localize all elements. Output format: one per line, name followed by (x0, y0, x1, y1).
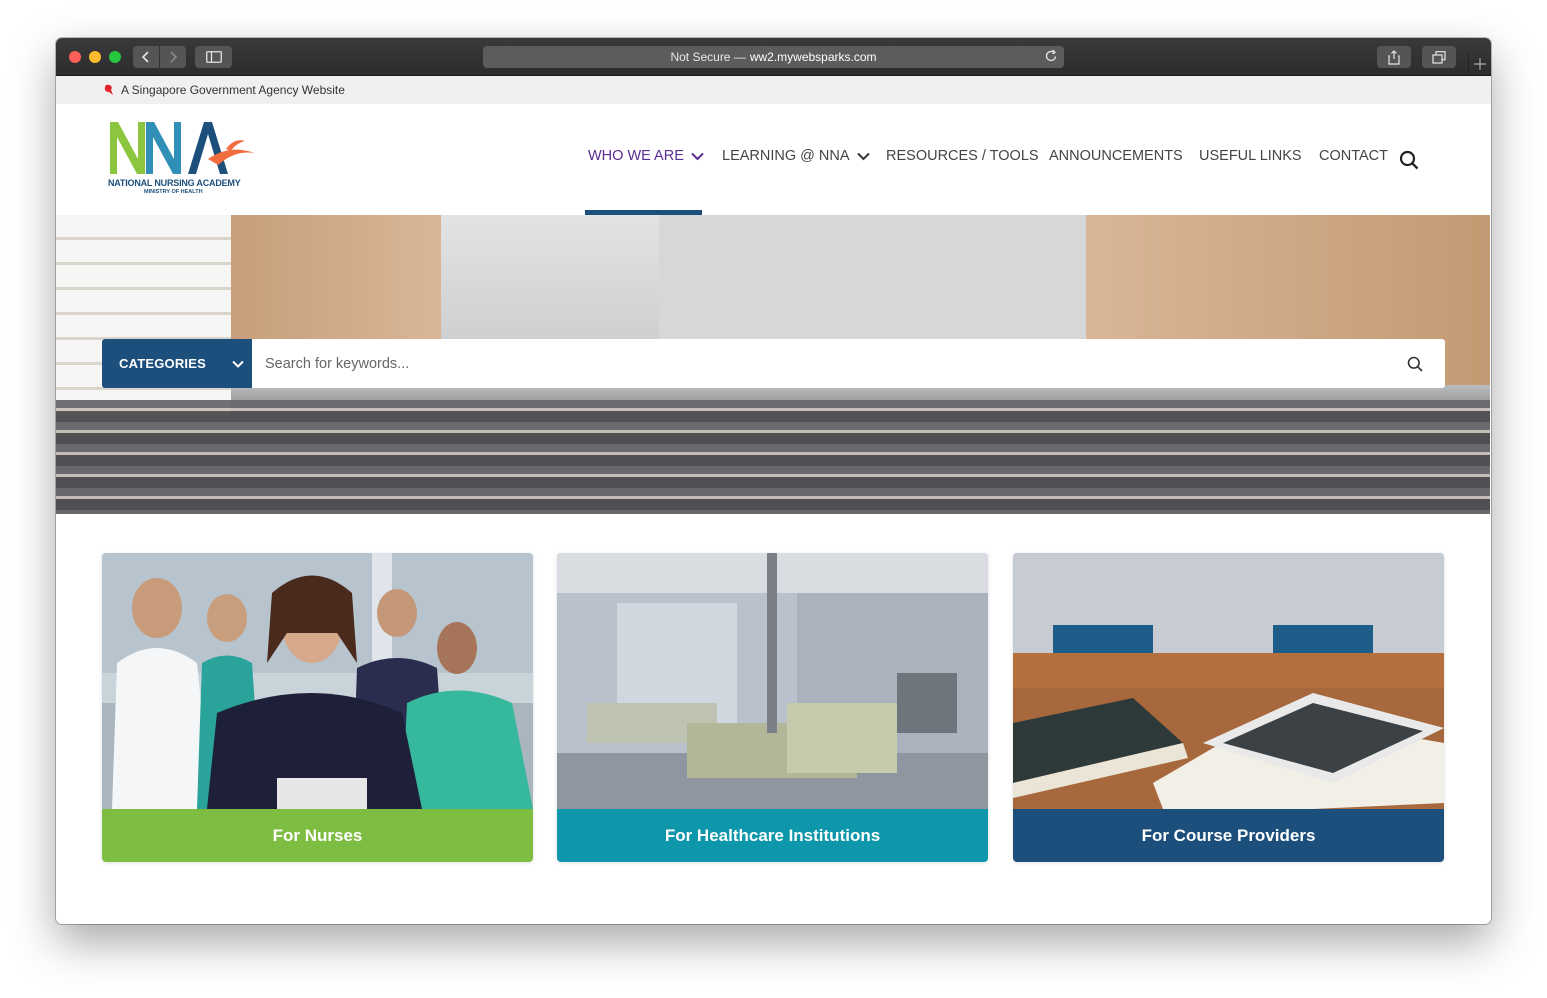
card-for-nurses[interactable]: For Nurses (102, 553, 533, 862)
hero-background-screen (659, 215, 1087, 340)
address-domain: ww2.mywebsparks.com (749, 50, 877, 64)
tabs-overview-icon (1432, 50, 1446, 64)
nav-item-label: RESOURCES / TOOLS (886, 148, 1039, 164)
singapore-lion-icon (104, 84, 113, 95)
nurses-photo (102, 553, 533, 809)
nav-item-label: ANNOUNCEMENTS (1049, 148, 1183, 164)
hospital-ward-photo (557, 553, 988, 809)
logo-name-text: NATIONAL NURSING ACADEMY (108, 178, 241, 188)
sidebar-icon (205, 51, 222, 63)
nav-item-useful-links[interactable]: USEFUL LINKS (1199, 148, 1302, 164)
keyword-search-input[interactable] (252, 339, 1385, 388)
card-label: For Nurses (102, 809, 533, 862)
categories-label: CATEGORIES (119, 356, 206, 371)
chevron-down-icon (232, 360, 244, 368)
hero-background-desks (56, 400, 1490, 514)
card-label: For Healthcare Institutions (557, 809, 988, 862)
categories-dropdown[interactable]: CATEGORIES (102, 339, 252, 388)
sidebar-toggle-button[interactable] (195, 46, 232, 68)
gov-agency-text: A Singapore Government Agency Website (121, 83, 345, 97)
new-tab-button[interactable] (1468, 52, 1491, 76)
browser-window: Not Secure — ww2.mywebsparks.com A Singa… (56, 38, 1491, 924)
search-icon (1399, 150, 1419, 170)
nav-item-label: CONTACT (1319, 148, 1389, 164)
gov-agency-bar: A Singapore Government Agency Website (56, 76, 1491, 104)
back-button[interactable] (133, 46, 159, 68)
header-search-button[interactable] (1399, 150, 1419, 175)
browser-toolbar: Not Secure — ww2.mywebsparks.com (56, 38, 1491, 76)
card-for-course-providers[interactable]: For Course Providers (1013, 553, 1444, 862)
share-icon (1388, 49, 1400, 65)
nav-item-announcements[interactable]: ANNOUNCEMENTS (1049, 148, 1183, 164)
nna-logo[interactable]: NATIONAL NURSING ACADEMY MINISTRY OF HEA… (108, 119, 258, 201)
hero-search-bar: CATEGORIES (102, 339, 1445, 388)
hero-banner: CATEGORIES (56, 215, 1490, 514)
reload-button[interactable] (1045, 49, 1058, 66)
chevron-left-icon (141, 51, 149, 63)
card-label: For Course Providers (1013, 809, 1444, 862)
nna-logo-mark (110, 122, 255, 174)
share-button[interactable] (1377, 46, 1411, 68)
search-icon (1407, 356, 1423, 372)
nav-item-contact[interactable]: CONTACT (1319, 148, 1388, 164)
forward-button[interactable] (160, 46, 186, 68)
address-bar[interactable]: Not Secure — ww2.mywebsparks.com (483, 46, 1064, 68)
chevron-right-icon (170, 51, 178, 63)
show-tabs-button[interactable] (1422, 46, 1456, 68)
zoom-window-button[interactable] (109, 51, 121, 63)
close-window-button[interactable] (69, 51, 81, 63)
card-for-healthcare-institutions[interactable]: For Healthcare Institutions (557, 553, 988, 862)
logo-sub-text: MINISTRY OF HEALTH (144, 189, 203, 195)
nav-item-label: LEARNING @ NNA (722, 148, 850, 164)
nav-item-who-we-are[interactable]: WHO WE ARE (588, 148, 704, 164)
chevron-down-icon (856, 152, 870, 160)
books-tablet-photo (1013, 553, 1444, 809)
nav-item-resources[interactable]: RESOURCES / TOOLS (886, 148, 1039, 164)
nav-item-label: USEFUL LINKS (1199, 148, 1302, 164)
address-security-label: Not Secure — (670, 50, 746, 64)
plus-icon (1474, 58, 1486, 70)
chevron-down-icon (691, 152, 704, 160)
nav-item-learning[interactable]: LEARNING @ NNA (722, 148, 870, 164)
nav-item-label: WHO WE ARE (588, 148, 684, 164)
search-submit-button[interactable] (1385, 339, 1445, 388)
site-header: NATIONAL NURSING ACADEMY MINISTRY OF HEA… (56, 104, 1491, 215)
minimize-window-button[interactable] (89, 51, 101, 63)
reload-icon (1045, 49, 1057, 62)
